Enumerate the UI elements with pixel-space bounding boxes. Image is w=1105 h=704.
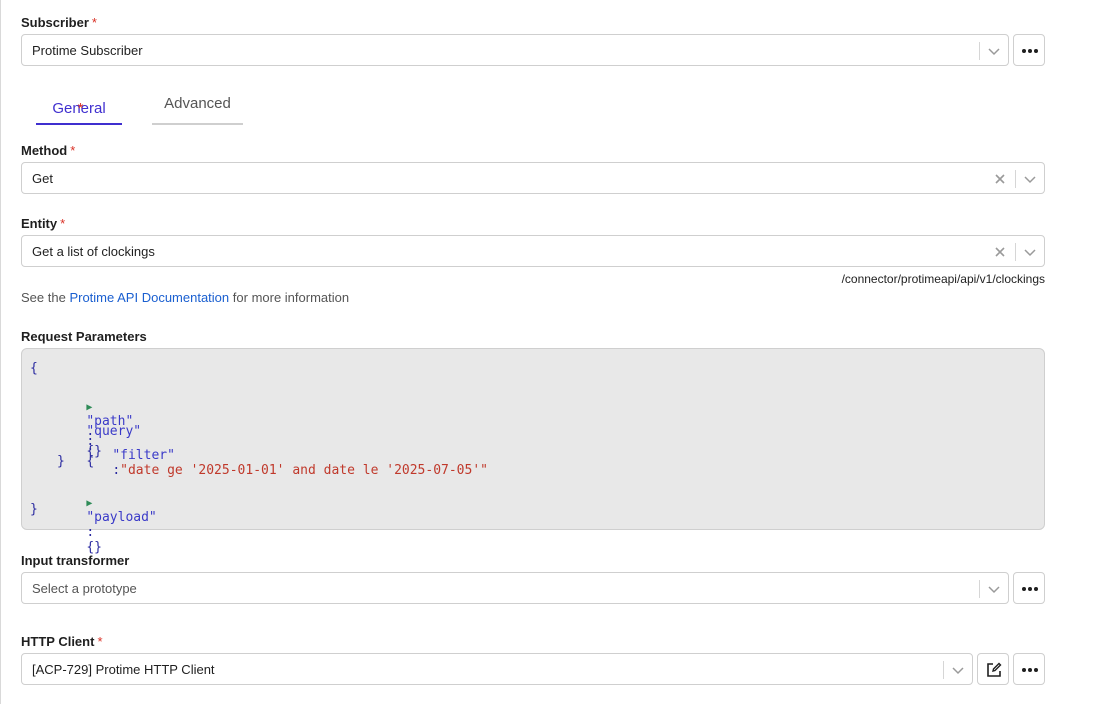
tab-general[interactable]: General * [36,90,122,125]
chevron-down-icon[interactable] [1023,172,1037,186]
clear-x-icon[interactable] [993,172,1007,186]
http-client-more-button[interactable] [1013,653,1045,685]
caret-right-icon[interactable]: ▶ [86,498,92,509]
edit-icon [987,662,1002,677]
select-separator [979,580,980,598]
input-transformer-placeholder: Select a prototype [32,581,137,596]
request-parameters-editor[interactable]: { ▶ "path" : {} "query" : { "filter" :"d… [21,348,1045,555]
http-client-value: [ACP-729] Protime HTTP Client [32,662,215,677]
subscriber-value: Protime Subscriber [32,43,143,58]
method-value: Get [32,171,53,186]
chevron-down-icon[interactable] [1023,245,1037,259]
panel-left-border [0,0,1,704]
tab-advanced[interactable]: Advanced [152,90,243,125]
clear-x-icon[interactable] [993,245,1007,259]
json-close-brace: } [30,502,38,517]
input-transformer-select[interactable]: Select a prototype [21,572,1009,604]
entity-select[interactable]: Get a list of clockings [21,235,1045,267]
request-parameters-label: Request Parameters [21,329,147,344]
chevron-down-icon[interactable] [987,582,1001,596]
documentation-info: See the Protime API Documentation for mo… [21,290,350,305]
select-separator [1015,243,1016,261]
subscriber-select[interactable]: Protime Subscriber [21,34,1009,66]
entity-value: Get a list of clockings [32,244,155,259]
more-horizontal-icon [1022,587,1038,591]
input-transformer-more-button[interactable] [1013,572,1045,604]
json-query-close: } [57,454,65,469]
http-client-edit-button[interactable] [977,653,1009,685]
http-client-select[interactable]: [ACP-729] Protime HTTP Client [21,653,973,685]
api-documentation-link[interactable]: Protime API Documentation [69,290,229,305]
method-select[interactable]: Get [21,162,1045,194]
select-separator [979,42,980,60]
json-open-brace: { [30,361,38,376]
chevron-down-icon[interactable] [987,44,1001,58]
entity-endpoint-path: /connector/protimeapi/api/v1/clockings [841,272,1045,286]
more-horizontal-icon [1022,668,1038,672]
more-horizontal-icon [1022,49,1038,53]
method-label: Method * [21,143,76,158]
select-separator [1015,170,1016,188]
subscriber-more-button[interactable] [1013,34,1045,66]
select-separator [943,661,944,679]
chevron-down-icon[interactable] [951,663,965,677]
http-client-label: HTTP Client * [21,634,103,649]
entity-label: Entity * [21,216,66,231]
subscriber-label: Subscriber * [21,15,97,30]
input-transformer-label: Input transformer [21,553,130,568]
tab-advanced-label: Advanced [164,95,231,112]
